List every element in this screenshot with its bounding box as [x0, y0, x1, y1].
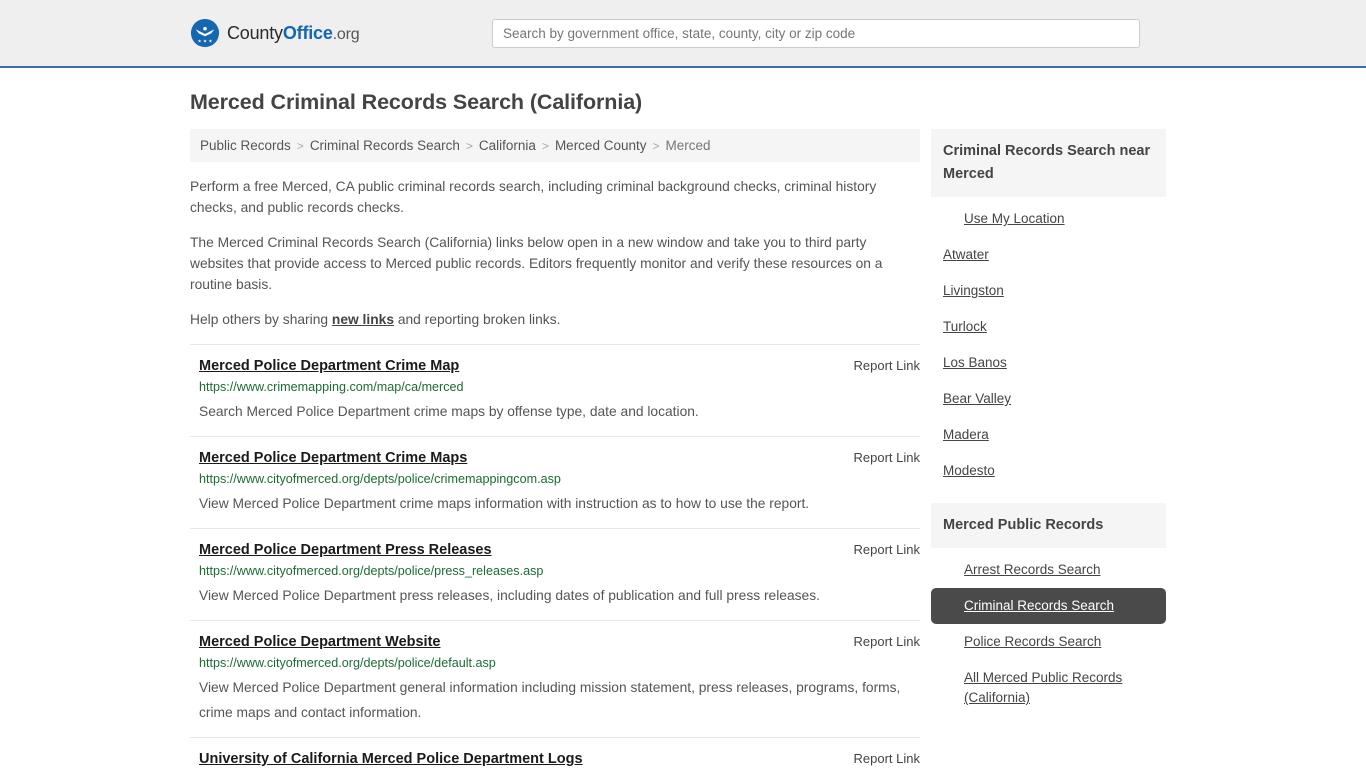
result-description: View Merced Police Department general in…	[199, 680, 901, 720]
nearby-link-8[interactable]: Modesto	[931, 453, 1166, 489]
content-columns: Public Records > Criminal Records Search > C…	[190, 129, 1176, 768]
report-link-button[interactable]: Report Link	[840, 450, 920, 465]
report-link-button[interactable]: Report Link	[840, 358, 920, 373]
result-item: Merced Police Department Press Releases R…	[190, 528, 920, 620]
result-item: Merced Police Department Crime Map Report…	[190, 344, 920, 436]
breadcrumb-item-1[interactable]: Public Records	[200, 138, 291, 153]
public-records-link-2[interactable]: Criminal Records Search	[931, 588, 1166, 624]
nearby-panel-heading: Criminal Records Search near Merced	[931, 129, 1166, 197]
result-item: Merced Police Department Website Report L…	[190, 620, 920, 737]
public-records-panel-heading: Merced Public Records	[931, 503, 1166, 548]
result-description: View Merced Police Department press rele…	[199, 588, 820, 603]
result-header: Merced Police Department Website Report L…	[190, 634, 920, 650]
result-title-link[interactable]: Merced Police Department Crime Maps	[190, 450, 467, 466]
report-link-button[interactable]: Report Link	[840, 542, 920, 557]
site-header: CountyOffice.org	[0, 0, 1366, 68]
result-title-link[interactable]: University of California Merced Police D…	[190, 751, 583, 767]
report-link-button[interactable]: Report Link	[840, 751, 920, 766]
nearby-link-6[interactable]: Bear Valley	[931, 381, 1166, 417]
nearby-link-4[interactable]: Turlock	[931, 309, 1166, 345]
breadcrumb-item-2[interactable]: Criminal Records Search	[310, 138, 460, 153]
result-url[interactable]: https://www.cityofmerced.org/depts/polic…	[190, 564, 920, 578]
public-records-link-4[interactable]: All Merced Public Records (California)	[931, 660, 1166, 716]
main-content: Public Records > Criminal Records Search > C…	[190, 129, 920, 768]
result-header: University of California Merced Police D…	[190, 751, 920, 767]
result-url[interactable]: https://www.crimemapping.com/map/ca/merc…	[190, 380, 920, 394]
result-item: Merced Police Department Crime Maps Repor…	[190, 436, 920, 528]
brand-part-3: .org	[332, 25, 360, 43]
result-url[interactable]: https://www.cityofmerced.org/depts/polic…	[190, 656, 920, 670]
result-title-link[interactable]: Merced Police Department Crime Map	[190, 358, 459, 374]
nearby-link-2[interactable]: Atwater	[931, 237, 1166, 273]
page-title: Merced Criminal Records Search (Californ…	[190, 90, 643, 114]
result-item: University of California Merced Police D…	[190, 737, 920, 768]
nearby-panel: Criminal Records Search near Merced Use …	[931, 129, 1166, 489]
breadcrumb-item-3[interactable]: California	[479, 138, 536, 153]
intro-text: Perform a free Merced, CA public crimina…	[190, 176, 920, 330]
public-records-link-3[interactable]: Police Records Search	[931, 624, 1166, 660]
intro-p3-before: Help others by sharing	[190, 312, 332, 327]
intro-p3-after: and reporting broken links.	[394, 312, 561, 327]
breadcrumb-item-4[interactable]: Merced County	[555, 138, 647, 153]
site-logo-text: CountyOffice.org	[227, 22, 360, 44]
brand-part-2: Office	[282, 22, 333, 43]
nearby-panel-body: Use My Location Atwater Livingston Turlock L…	[931, 197, 1166, 489]
breadcrumb-item-5: Merced	[665, 138, 711, 153]
public-records-panel-body: Arrest Records Search Criminal Records Se…	[931, 548, 1166, 716]
breadcrumb-separator: >	[296, 138, 304, 153]
result-description: View Merced Police Department crime maps…	[199, 496, 810, 511]
eagle-seal-logo-icon	[190, 18, 220, 48]
search-input[interactable]	[492, 18, 1140, 48]
nearby-link-5[interactable]: Los Banos	[931, 345, 1166, 381]
result-header: Merced Police Department Crime Maps Repor…	[190, 450, 920, 466]
intro-paragraph-3: Help others by sharing new links and rep…	[190, 309, 920, 330]
result-header: Merced Police Department Crime Map Report…	[190, 358, 920, 374]
breadcrumb-separator: >	[465, 138, 473, 153]
result-header: Merced Police Department Press Releases R…	[190, 542, 920, 558]
brand-part-1: County	[227, 22, 283, 43]
breadcrumb: Public Records > Criminal Records Search > C…	[190, 129, 920, 162]
report-link-button[interactable]: Report Link	[840, 634, 920, 649]
breadcrumb-separator: >	[541, 138, 549, 153]
result-title-link[interactable]: Merced Police Department Website	[190, 634, 440, 650]
search-container	[492, 18, 1140, 48]
results-list: Merced Police Department Crime Map Report…	[190, 344, 920, 768]
nearby-link-3[interactable]: Livingston	[931, 273, 1166, 309]
breadcrumb-separator: >	[652, 138, 660, 153]
site-logo[interactable]: CountyOffice.org	[190, 18, 360, 48]
new-links-link[interactable]: new links	[332, 312, 394, 327]
public-records-panel: Merced Public Records Arrest Records Sea…	[931, 503, 1166, 716]
page-container: Merced Criminal Records Search (Californ…	[0, 90, 1366, 768]
intro-paragraph-2: The Merced Criminal Records Search (Cali…	[190, 235, 883, 292]
nearby-link-7[interactable]: Madera	[931, 417, 1166, 453]
result-title-link[interactable]: Merced Police Department Press Releases	[190, 542, 492, 558]
result-description: Search Merced Police Department crime ma…	[199, 404, 699, 419]
sidebar: Criminal Records Search near Merced Use …	[931, 129, 1166, 730]
intro-paragraph-1: Perform a free Merced, CA public crimina…	[190, 179, 877, 215]
result-url[interactable]: https://www.cityofmerced.org/depts/polic…	[190, 472, 920, 486]
public-records-link-1[interactable]: Arrest Records Search	[931, 552, 1166, 588]
nearby-link-1[interactable]: Use My Location	[931, 201, 1166, 237]
